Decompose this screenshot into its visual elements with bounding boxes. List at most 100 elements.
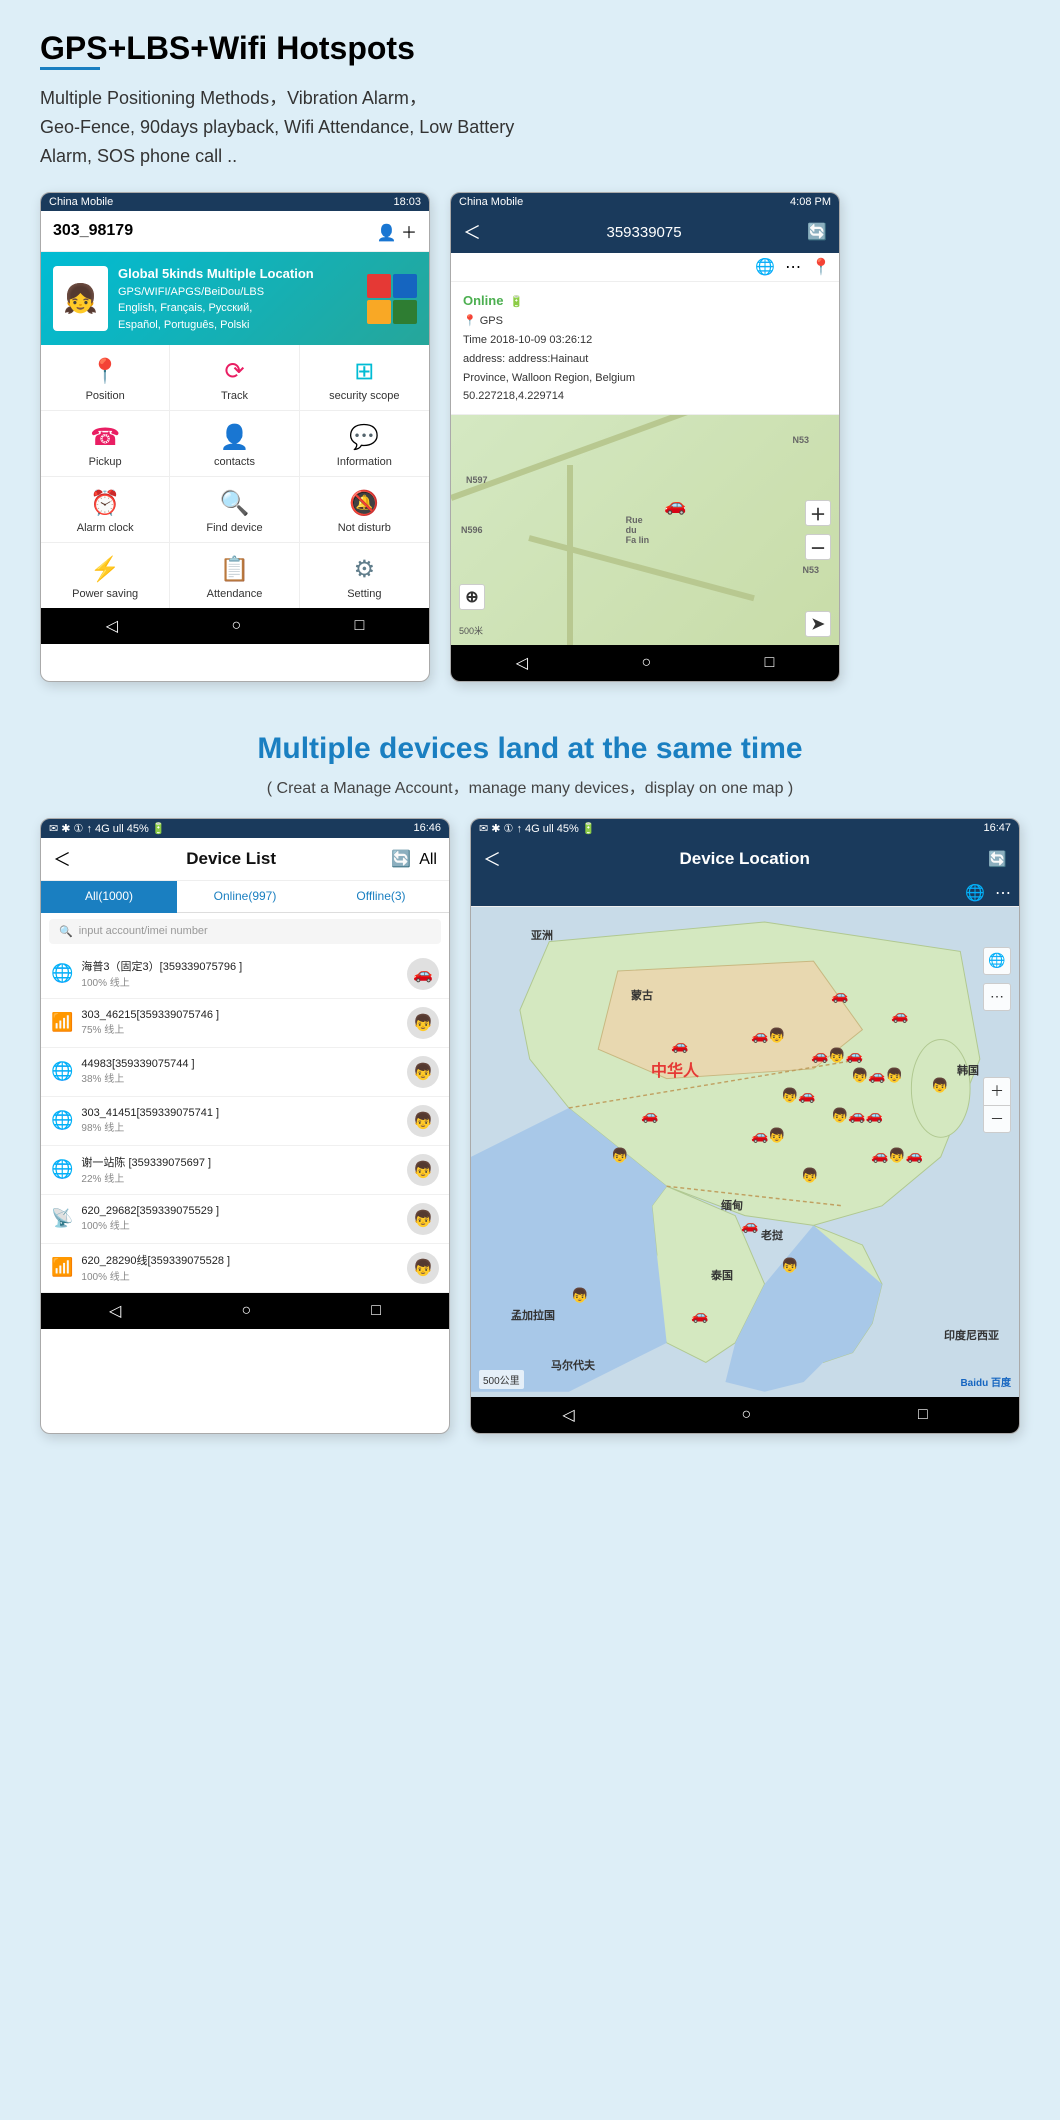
map-header: ＜ 359339075 🔄 bbox=[451, 211, 839, 253]
grid-item-contacts[interactable]: 👤 contacts bbox=[170, 411, 299, 477]
loc-status-left: ✉ ✱ ① ↑ 4G ull 45% 🔋 bbox=[479, 822, 596, 835]
power-icon: ⚡ bbox=[90, 555, 120, 584]
nav-home-loc[interactable]: ○ bbox=[741, 1406, 751, 1424]
nav-menu-dl[interactable]: □ bbox=[371, 1302, 381, 1320]
grid-item-track[interactable]: ⟳ Track bbox=[170, 345, 299, 411]
loc-more-icon[interactable]: ⋯ bbox=[995, 883, 1011, 903]
list-item[interactable]: 📶 620_28290线[359339075528 ] 100% 线上 👦 bbox=[41, 1244, 449, 1293]
laos-label: 老挝 bbox=[761, 1227, 783, 1243]
dl-header-right: 🔄 All bbox=[391, 849, 437, 869]
track-label: Track bbox=[221, 390, 248, 402]
zoom-in-loc[interactable]: ＋ bbox=[983, 1077, 1011, 1105]
grid-item-disturb[interactable]: 🔕 Not disturb bbox=[300, 477, 429, 543]
section2-title: Multiple devices land at the same time bbox=[40, 732, 1020, 766]
loc-back-btn[interactable]: ＜ bbox=[483, 846, 501, 872]
status-bar-left: China Mobile 18:03 bbox=[41, 193, 429, 211]
dl-search-bar[interactable]: 🔍 input account/imei number bbox=[49, 919, 441, 944]
list-item[interactable]: 📡 620_29682[359339075529 ] 100% 线上 👦 bbox=[41, 1195, 449, 1244]
tab-all[interactable]: All(1000) bbox=[41, 881, 177, 913]
tab-offline[interactable]: Offline(3) bbox=[313, 881, 449, 913]
list-item[interactable]: 🌐 303_41451[359339075741 ] 98% 线上 👦 bbox=[41, 1097, 449, 1146]
device-icon-3: 🌐 bbox=[51, 1110, 73, 1131]
nav-back-icon[interactable]: ◁ bbox=[106, 616, 118, 636]
map-label-n53-2: N53 bbox=[802, 565, 819, 575]
loc-globe-btn[interactable]: 🌐 bbox=[983, 947, 1011, 975]
section1-title: GPS+LBS+Wifi Hotspots bbox=[40, 30, 1020, 67]
list-item[interactable]: 📶 303_46215[359339075746 ] 75% 线上 👦 bbox=[41, 999, 449, 1048]
time-left: 18:03 bbox=[393, 196, 421, 208]
phone-left: China Mobile 18:03 303_98179 👤 ＋ 👧 Globa… bbox=[40, 192, 430, 682]
zoom-out-loc[interactable]: － bbox=[983, 1105, 1011, 1133]
information-icon: 💬 bbox=[349, 423, 379, 452]
phone-header-left: 303_98179 👤 ＋ bbox=[41, 211, 429, 252]
nav-menu-icon-r[interactable]: □ bbox=[765, 654, 775, 672]
loc-refresh-icon[interactable]: 🔄 bbox=[988, 850, 1007, 868]
map-scale-loc: 500公里 bbox=[479, 1370, 524, 1389]
loc-header-title: Device Location bbox=[679, 849, 809, 869]
nav-menu-loc[interactable]: □ bbox=[918, 1406, 928, 1424]
list-item[interactable]: 🌐 谢一站陈 [359339075697 ] 22% 线上 👦 bbox=[41, 1146, 449, 1195]
list-item[interactable]: 🌐 海普3（固定3）[359339075796 ] 100% 线上 🚗 bbox=[41, 950, 449, 999]
nav-back-dl[interactable]: ◁ bbox=[109, 1301, 121, 1321]
attendance-icon: 📋 bbox=[220, 555, 250, 584]
dl-back-btn[interactable]: ＜ bbox=[53, 846, 71, 872]
phone-grid: 📍 Position ⟳ Track ⊞ security scope ☎ Pi… bbox=[41, 345, 429, 608]
grid-item-information[interactable]: 💬 Information bbox=[300, 411, 429, 477]
grid-item-alarm[interactable]: ⏰ Alarm clock bbox=[41, 477, 170, 543]
pin-cluster-7: 🚗👦 bbox=[751, 1127, 786, 1144]
map-navigate-btn[interactable]: ➤ bbox=[805, 611, 831, 637]
myanmar-label: 缅甸 bbox=[721, 1197, 743, 1213]
thailand-label: 泰国 bbox=[711, 1267, 733, 1283]
device-icon-0: 🌐 bbox=[51, 963, 73, 984]
device-icon-5: 📡 bbox=[51, 1208, 73, 1229]
device-name-5: 620_29682[359339075529 ] bbox=[81, 1205, 399, 1217]
map-header-title: 359339075 bbox=[606, 224, 681, 241]
carrier-left: China Mobile bbox=[49, 196, 113, 208]
map-refresh-icon[interactable]: 🔄 bbox=[807, 222, 827, 242]
nav-home-icon-r[interactable]: ○ bbox=[641, 654, 651, 672]
device-status-4: 22% 线上 bbox=[81, 1170, 399, 1185]
location-pin-icon[interactable]: 📍 bbox=[811, 257, 831, 277]
grid-item-setting[interactable]: ⚙ Setting bbox=[300, 543, 429, 608]
loc-map: 亚洲 蒙古 中华人 韩国 缅甸 老挝 泰国 孟加拉国 印度尼西亚 马尔代夫 🚗👦… bbox=[471, 907, 1019, 1397]
pin-cluster-4: 🚗 bbox=[891, 1007, 908, 1024]
nav-menu-icon[interactable]: □ bbox=[355, 617, 365, 635]
device-info-4: 谢一站陈 [359339075697 ] 22% 线上 bbox=[81, 1154, 399, 1185]
grid-item-attendance[interactable]: 📋 Attendance bbox=[170, 543, 299, 608]
nav-home-dl[interactable]: ○ bbox=[241, 1302, 251, 1320]
gps-address: address: address:HainautProvince, Walloo… bbox=[463, 350, 827, 406]
globe-icon[interactable]: 🌐 bbox=[755, 257, 775, 277]
map-back-icon[interactable]: ＜ bbox=[463, 219, 481, 245]
security-icon: ⊞ bbox=[354, 357, 374, 386]
dl-refresh-icon[interactable]: 🔄 bbox=[391, 851, 411, 868]
zoom-out-button[interactable]: － bbox=[805, 534, 831, 560]
track-icon: ⟳ bbox=[224, 357, 244, 386]
find-icon: 🔍 bbox=[220, 489, 250, 518]
list-item[interactable]: 🌐 44983[359339075744 ] 38% 线上 👦 bbox=[41, 1048, 449, 1097]
loc-header: ＜ Device Location 🔄 bbox=[471, 838, 1019, 880]
device-info-6: 620_28290线[359339075528 ] 100% 线上 bbox=[81, 1252, 399, 1283]
grid-item-find[interactable]: 🔍 Find device bbox=[170, 477, 299, 543]
loc-globe-icon[interactable]: 🌐 bbox=[965, 883, 985, 903]
dl-all-label[interactable]: All bbox=[419, 851, 437, 868]
nav-home-icon[interactable]: ○ bbox=[231, 617, 241, 635]
nav-back-loc[interactable]: ◁ bbox=[562, 1405, 574, 1425]
position-icon: 📍 bbox=[90, 357, 120, 386]
grid-item-position[interactable]: 📍 Position bbox=[41, 345, 170, 411]
device-icon-2: 🌐 bbox=[51, 1061, 73, 1082]
tab-online[interactable]: Online(997) bbox=[177, 881, 313, 913]
map-compass-btn[interactable]: ⊕ bbox=[459, 584, 485, 610]
pin-cluster-16: 👦 bbox=[611, 1147, 628, 1164]
grid-item-security[interactable]: ⊞ security scope bbox=[300, 345, 429, 411]
device-icon-1: 📶 bbox=[51, 1012, 73, 1033]
nav-back-icon-r[interactable]: ◁ bbox=[516, 653, 528, 673]
phone-nav-bar-right: ◁ ○ □ bbox=[451, 645, 839, 681]
map-icon-row: 🌐 ⋯ 📍 bbox=[451, 253, 839, 282]
maldives-label: 马尔代夫 bbox=[551, 1357, 595, 1373]
grid-item-power[interactable]: ⚡ Power saving bbox=[41, 543, 170, 608]
more-icon[interactable]: ⋯ bbox=[785, 257, 801, 277]
zoom-in-button[interactable]: ＋ bbox=[805, 500, 831, 526]
loc-more-btn[interactable]: ⋯ bbox=[983, 983, 1011, 1011]
banner-cube bbox=[367, 274, 417, 324]
grid-item-pickup[interactable]: ☎ Pickup bbox=[41, 411, 170, 477]
